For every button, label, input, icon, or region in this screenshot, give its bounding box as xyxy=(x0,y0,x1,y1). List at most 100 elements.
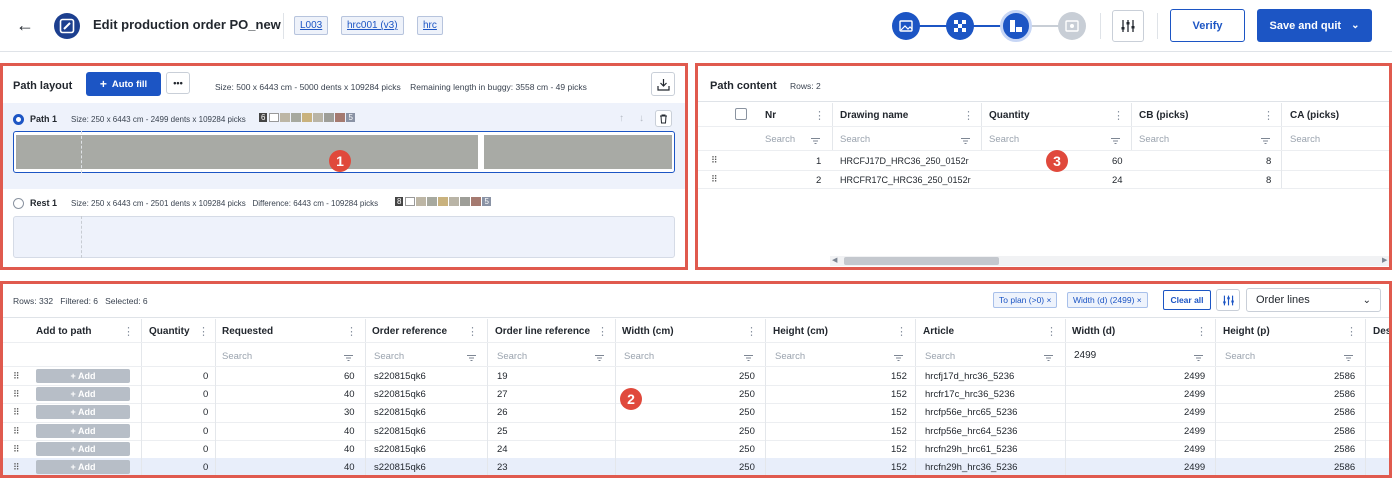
step-pattern-icon[interactable] xyxy=(946,12,974,40)
column-divider[interactable] xyxy=(765,319,766,367)
column-divider[interactable] xyxy=(141,319,142,367)
column-menu-icon[interactable]: ⋮ xyxy=(597,325,608,338)
column-divider[interactable] xyxy=(215,319,216,367)
add-to-path-button[interactable]: + Add xyxy=(36,405,130,420)
column-divider[interactable] xyxy=(981,103,982,151)
add-to-path-button[interactable]: + Add xyxy=(36,460,130,474)
drag-handle-icon[interactable]: ⠿ xyxy=(13,371,20,382)
export-icon[interactable] xyxy=(651,72,675,96)
column-menu-icon[interactable]: ⋮ xyxy=(896,325,907,338)
filter-icon[interactable] xyxy=(811,135,820,144)
delete-icon[interactable] xyxy=(655,110,672,127)
column-divider[interactable] xyxy=(1365,319,1366,367)
column-header[interactable]: Width (d) xyxy=(1072,326,1115,337)
column-menu-icon[interactable]: ⋮ xyxy=(1263,109,1274,122)
column-header[interactable]: Quantity xyxy=(149,326,190,337)
column-header[interactable]: Width (cm) xyxy=(622,326,674,337)
column-menu-icon[interactable]: ⋮ xyxy=(814,109,825,122)
column-header[interactable]: Height (cm) xyxy=(773,326,828,337)
design-chip[interactable]: hrc001 (v3) xyxy=(341,16,404,35)
column-header[interactable]: Drawing name xyxy=(840,110,908,121)
column-header[interactable]: Nr xyxy=(765,110,776,121)
scrollbar-thumb[interactable] xyxy=(844,257,999,265)
column-settings-icon[interactable] xyxy=(1216,289,1240,311)
column-header[interactable]: Requested xyxy=(222,326,273,337)
column-menu-icon[interactable]: ⋮ xyxy=(1346,325,1357,338)
column-header[interactable]: Height (p) xyxy=(1223,326,1270,337)
column-header[interactable]: Order reference xyxy=(372,326,447,337)
add-to-path-button[interactable]: + Add xyxy=(36,369,130,383)
search-input[interactable]: Search xyxy=(840,134,870,145)
column-menu-icon[interactable]: ⋮ xyxy=(467,325,478,338)
filter-icon[interactable] xyxy=(595,352,604,361)
column-menu-icon[interactable]: ⋮ xyxy=(1196,325,1207,338)
column-menu-icon[interactable]: ⋮ xyxy=(346,325,357,338)
width-d-filter-input[interactable]: 2499 xyxy=(1074,350,1096,361)
filter-icon[interactable] xyxy=(1194,352,1203,361)
search-input[interactable]: Search xyxy=(497,351,527,362)
column-divider[interactable] xyxy=(1281,103,1282,151)
drag-handle-icon[interactable]: ⠿ xyxy=(711,174,718,185)
path-1-item-1[interactable] xyxy=(16,135,478,169)
move-up-icon[interactable]: ↑ xyxy=(619,113,624,124)
filter-icon[interactable] xyxy=(1111,135,1120,144)
search-input[interactable]: Search xyxy=(925,351,955,362)
column-header[interactable]: CB (picks) xyxy=(1139,110,1188,121)
scroll-left-icon[interactable]: ◀ xyxy=(832,256,837,264)
auto-fill-button[interactable]: + Auto fill xyxy=(86,72,161,96)
drag-handle-icon[interactable]: ⠿ xyxy=(13,389,20,400)
search-input[interactable]: Search xyxy=(1290,134,1320,145)
add-to-path-button[interactable]: + Add xyxy=(36,387,130,402)
drag-handle-icon[interactable]: ⠿ xyxy=(711,155,718,166)
column-menu-icon[interactable]: ⋮ xyxy=(963,109,974,122)
view-select[interactable]: Order lines ⌄ xyxy=(1246,288,1381,312)
column-menu-icon[interactable]: ⋮ xyxy=(123,325,134,338)
column-divider[interactable] xyxy=(1131,103,1132,151)
column-divider[interactable] xyxy=(487,319,488,367)
back-arrow-icon[interactable]: ← xyxy=(16,15,36,35)
filter-icon[interactable] xyxy=(961,135,970,144)
save-and-quit-button[interactable]: Save and quit ⌄ xyxy=(1257,9,1372,42)
filter-chip-to-plan[interactable]: To plan (>0) × xyxy=(993,292,1058,308)
quality-chip[interactable]: hrc xyxy=(417,16,443,35)
path-1-item-2[interactable] xyxy=(484,135,672,169)
settings-sliders-icon[interactable] xyxy=(1112,10,1144,42)
scroll-right-icon[interactable]: ▶ xyxy=(1382,256,1387,264)
search-input[interactable]: Search xyxy=(989,134,1019,145)
column-divider[interactable] xyxy=(1215,319,1216,367)
filter-icon[interactable] xyxy=(344,352,353,361)
move-down-icon[interactable]: ↓ xyxy=(639,113,644,124)
filter-chip-width[interactable]: Width (d) (2499) × xyxy=(1067,292,1148,308)
drag-handle-icon[interactable]: ⠿ xyxy=(13,462,20,473)
column-header[interactable]: Add to path xyxy=(36,326,92,337)
column-header[interactable]: Des xyxy=(1373,326,1389,337)
column-divider[interactable] xyxy=(365,319,366,367)
column-divider[interactable] xyxy=(915,319,916,367)
rest-1-radio[interactable] xyxy=(13,198,24,209)
search-input[interactable]: Search xyxy=(775,351,805,362)
search-input[interactable]: Search xyxy=(374,351,404,362)
add-to-path-button[interactable]: + Add xyxy=(36,441,130,456)
search-input[interactable]: Search xyxy=(765,134,795,145)
machine-chip[interactable]: L003 xyxy=(294,16,329,35)
more-options-button[interactable]: ••• xyxy=(166,72,190,94)
column-menu-icon[interactable]: ⋮ xyxy=(198,325,209,338)
drag-handle-icon[interactable]: ⠿ xyxy=(13,444,20,455)
column-menu-icon[interactable]: ⋮ xyxy=(1113,109,1124,122)
column-menu-icon[interactable]: ⋮ xyxy=(1046,325,1057,338)
filter-icon[interactable] xyxy=(744,352,753,361)
column-header[interactable]: Article xyxy=(923,326,954,337)
verify-button[interactable]: Verify xyxy=(1170,9,1245,42)
step-preview-icon[interactable] xyxy=(1058,12,1086,40)
filter-icon[interactable] xyxy=(1344,352,1353,361)
filter-icon[interactable] xyxy=(1044,352,1053,361)
search-input[interactable]: Search xyxy=(1139,134,1169,145)
add-to-path-button[interactable]: + Add xyxy=(36,423,130,438)
filter-icon[interactable] xyxy=(467,352,476,361)
column-divider[interactable] xyxy=(832,103,833,151)
drag-handle-icon[interactable]: ⠿ xyxy=(13,426,20,437)
column-divider[interactable] xyxy=(615,319,616,367)
filter-icon[interactable] xyxy=(894,352,903,361)
path-1-radio[interactable] xyxy=(13,114,24,125)
step-layout-icon[interactable] xyxy=(1000,10,1032,42)
